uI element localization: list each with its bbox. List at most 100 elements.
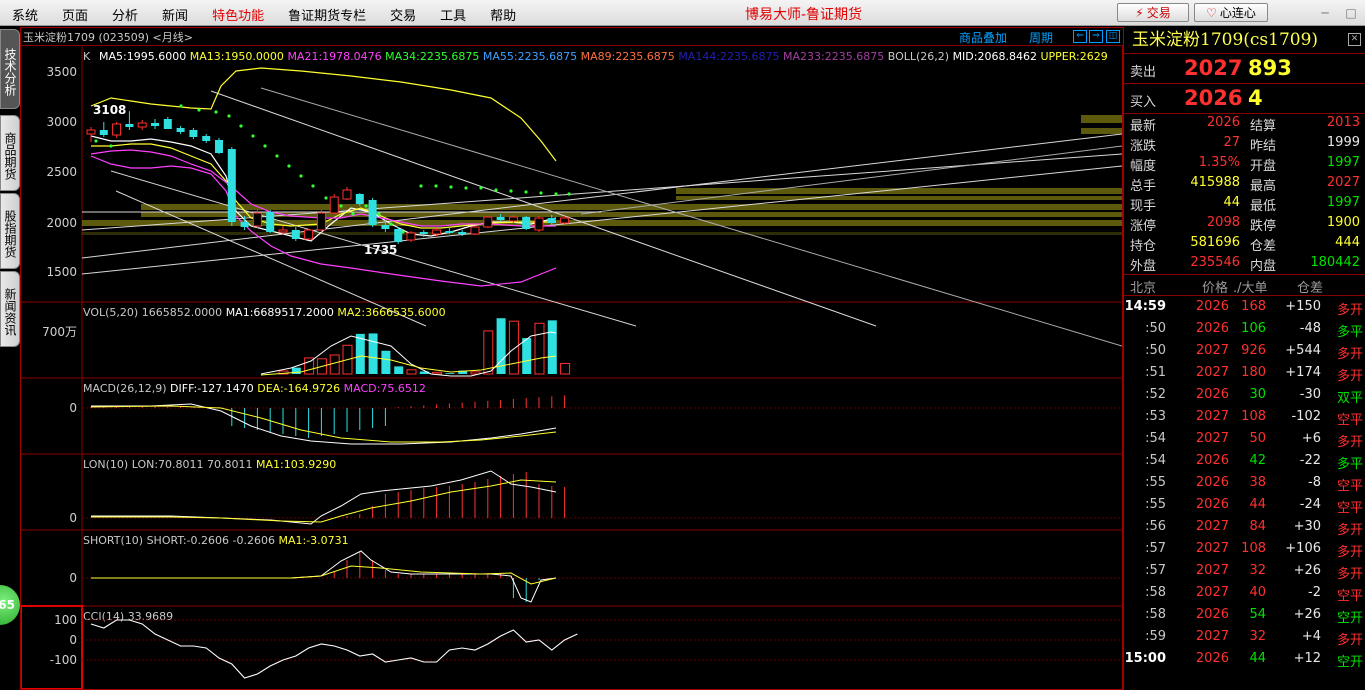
close-icon[interactable]: ✕ [1348,33,1361,46]
candle-body [86,129,96,135]
tick-price: 2026 [1195,453,1229,468]
tick-time: 14:59 [1124,299,1166,314]
candle-body [329,196,339,214]
overlay-commodity-button[interactable]: 商品叠加 [959,29,1007,46]
tick-oi-change: +4 [1301,629,1321,644]
sar-dot [479,186,483,190]
tick-volume: 54 [1249,607,1266,622]
candle-body [394,229,403,242]
menu-page[interactable]: 页面 [50,0,100,26]
chart-area[interactable]: 玉米淀粉1709 (023509) <月线> 商品叠加 周期 ⇐ ⇒ ◫ K M… [20,27,1124,690]
candle-body [291,230,300,239]
side-tab-bar: 技术分析 商品期货 股指期货 新闻资讯 65 [0,27,20,690]
candle-body [316,212,326,231]
tick-time: :58 [1145,607,1166,622]
sar-dot [251,134,255,138]
menu-luzheng-column[interactable]: 鲁证期货专栏 [276,0,378,26]
tick-oi-change: +30 [1293,519,1321,534]
tick-volume: 42 [1249,453,1266,468]
volume-bar [394,366,404,374]
candle-body [368,200,377,225]
tick-row: :55 2026 44 -24 空平 [1124,497,1365,519]
stat-value: 1900 [1326,215,1360,230]
stat-label: 外盘 [1130,259,1157,274]
maximize-icon[interactable]: □ [1341,4,1361,22]
stat-value: 1997 [1326,155,1360,170]
trade-button[interactable]: ⚡ 交易 [1117,3,1189,22]
sar-dot [263,144,267,148]
app-title: 博易大师-鲁证期货 [745,7,863,23]
tick-row: :57 2027 108 +106 多开 [1124,541,1365,563]
scroll-left-icon[interactable]: ⇐ [1073,30,1087,43]
tick-nature: 空平 [1336,501,1363,516]
candle-body [522,217,531,229]
candle-body [227,149,236,222]
menu-tools[interactable]: 工具 [428,0,478,26]
side-tab-index-futures[interactable]: 股指期货 [0,193,20,269]
tick-volume: 108 [1241,409,1266,424]
menu-trade[interactable]: 交易 [378,0,428,26]
tick-time: 15:00 [1124,651,1166,666]
scroll-right-icon[interactable]: ⇒ [1089,30,1103,43]
menu-special-features[interactable]: 特色功能 [200,0,276,26]
tick-price: 2027 [1195,629,1229,644]
tick-price: 2026 [1195,299,1229,314]
sar-dot [227,114,231,118]
stat-value: 27 [1223,135,1240,150]
short-bars [333,552,540,602]
volume-bar [355,333,365,374]
stat-label: 最低 [1250,199,1277,214]
tick-oi-change: +26 [1293,563,1321,578]
cci-y-tick: -100 [50,653,77,667]
vol-bars [278,318,571,375]
tick-oi-change: -8 [1308,475,1321,490]
floating-badge[interactable]: 65 [0,585,20,625]
period-button[interactable]: 周期 [1029,29,1053,46]
divider [1124,113,1365,114]
tick-nature: 多平 [1336,457,1363,472]
stat-value: 1999 [1326,135,1360,150]
tick-price: 2027 [1195,585,1229,600]
macd-bars [90,395,566,438]
tick-price: 2027 [1195,519,1229,534]
tick-volume: 108 [1241,541,1266,556]
quote-stat-row: 幅度 1.35% 开盘 1997 [1124,155,1365,175]
tick-nature: 空平 [1336,479,1363,494]
tick-volume: 32 [1249,629,1266,644]
expand-icon[interactable]: ◫ [1106,30,1120,43]
vol-panel: VOL(5,20) 1665852.0000 MA1:6689517.2000 … [42,306,571,377]
stat-label: 最新 [1130,119,1157,134]
ma-legend-item: MA13:1950.0000 [190,50,284,63]
stat-label: 涨停 [1130,219,1157,234]
sar-dot [389,222,393,226]
kline-chart[interactable]: K MA5:1995.6000 MA13:1950.0000 MA21:1978… [21,46,1122,689]
tick-time: :54 [1145,453,1166,468]
sar-dot [197,108,201,112]
side-tab-commodity-futures[interactable]: 商品期货 [0,115,20,191]
candle-body [432,229,442,235]
menu-analysis[interactable]: 分析 [100,0,150,26]
stat-label: 跌停 [1250,219,1277,234]
side-tab-label: 商品期货 [3,132,17,180]
tick-time: :54 [1145,431,1166,446]
menu-news[interactable]: 新闻 [150,0,200,26]
quote-stat-row: 最新 2026 结算 2013 [1124,115,1365,135]
sar-dot [434,184,438,188]
side-tab-technical-analysis[interactable]: 技术分析 [0,29,20,109]
tick-nature: 多开 [1336,435,1363,450]
side-tab-news[interactable]: 新闻资讯 [0,271,20,347]
tick-volume: 180 [1241,365,1266,380]
candle-body [445,231,454,233]
lon-title: LON(10) LON:70.8011 70.8011 MA1:103.9290 [83,458,336,471]
xinlian-button[interactable]: ♡ 心连心 [1194,3,1268,22]
candle-body [151,123,159,126]
sell-price: 2027 [1184,56,1243,80]
stat-value: 44 [1223,195,1240,210]
lightning-icon: ⚡ [1135,5,1144,20]
menu-help[interactable]: 帮助 [478,0,528,26]
candle-body [112,123,122,136]
ma-legend-item: MA89:2235.6875 [581,50,675,63]
minimize-icon[interactable]: ─ [1315,4,1335,22]
stat-label: 持仓 [1130,239,1157,254]
menu-system[interactable]: 系统 [0,0,50,26]
